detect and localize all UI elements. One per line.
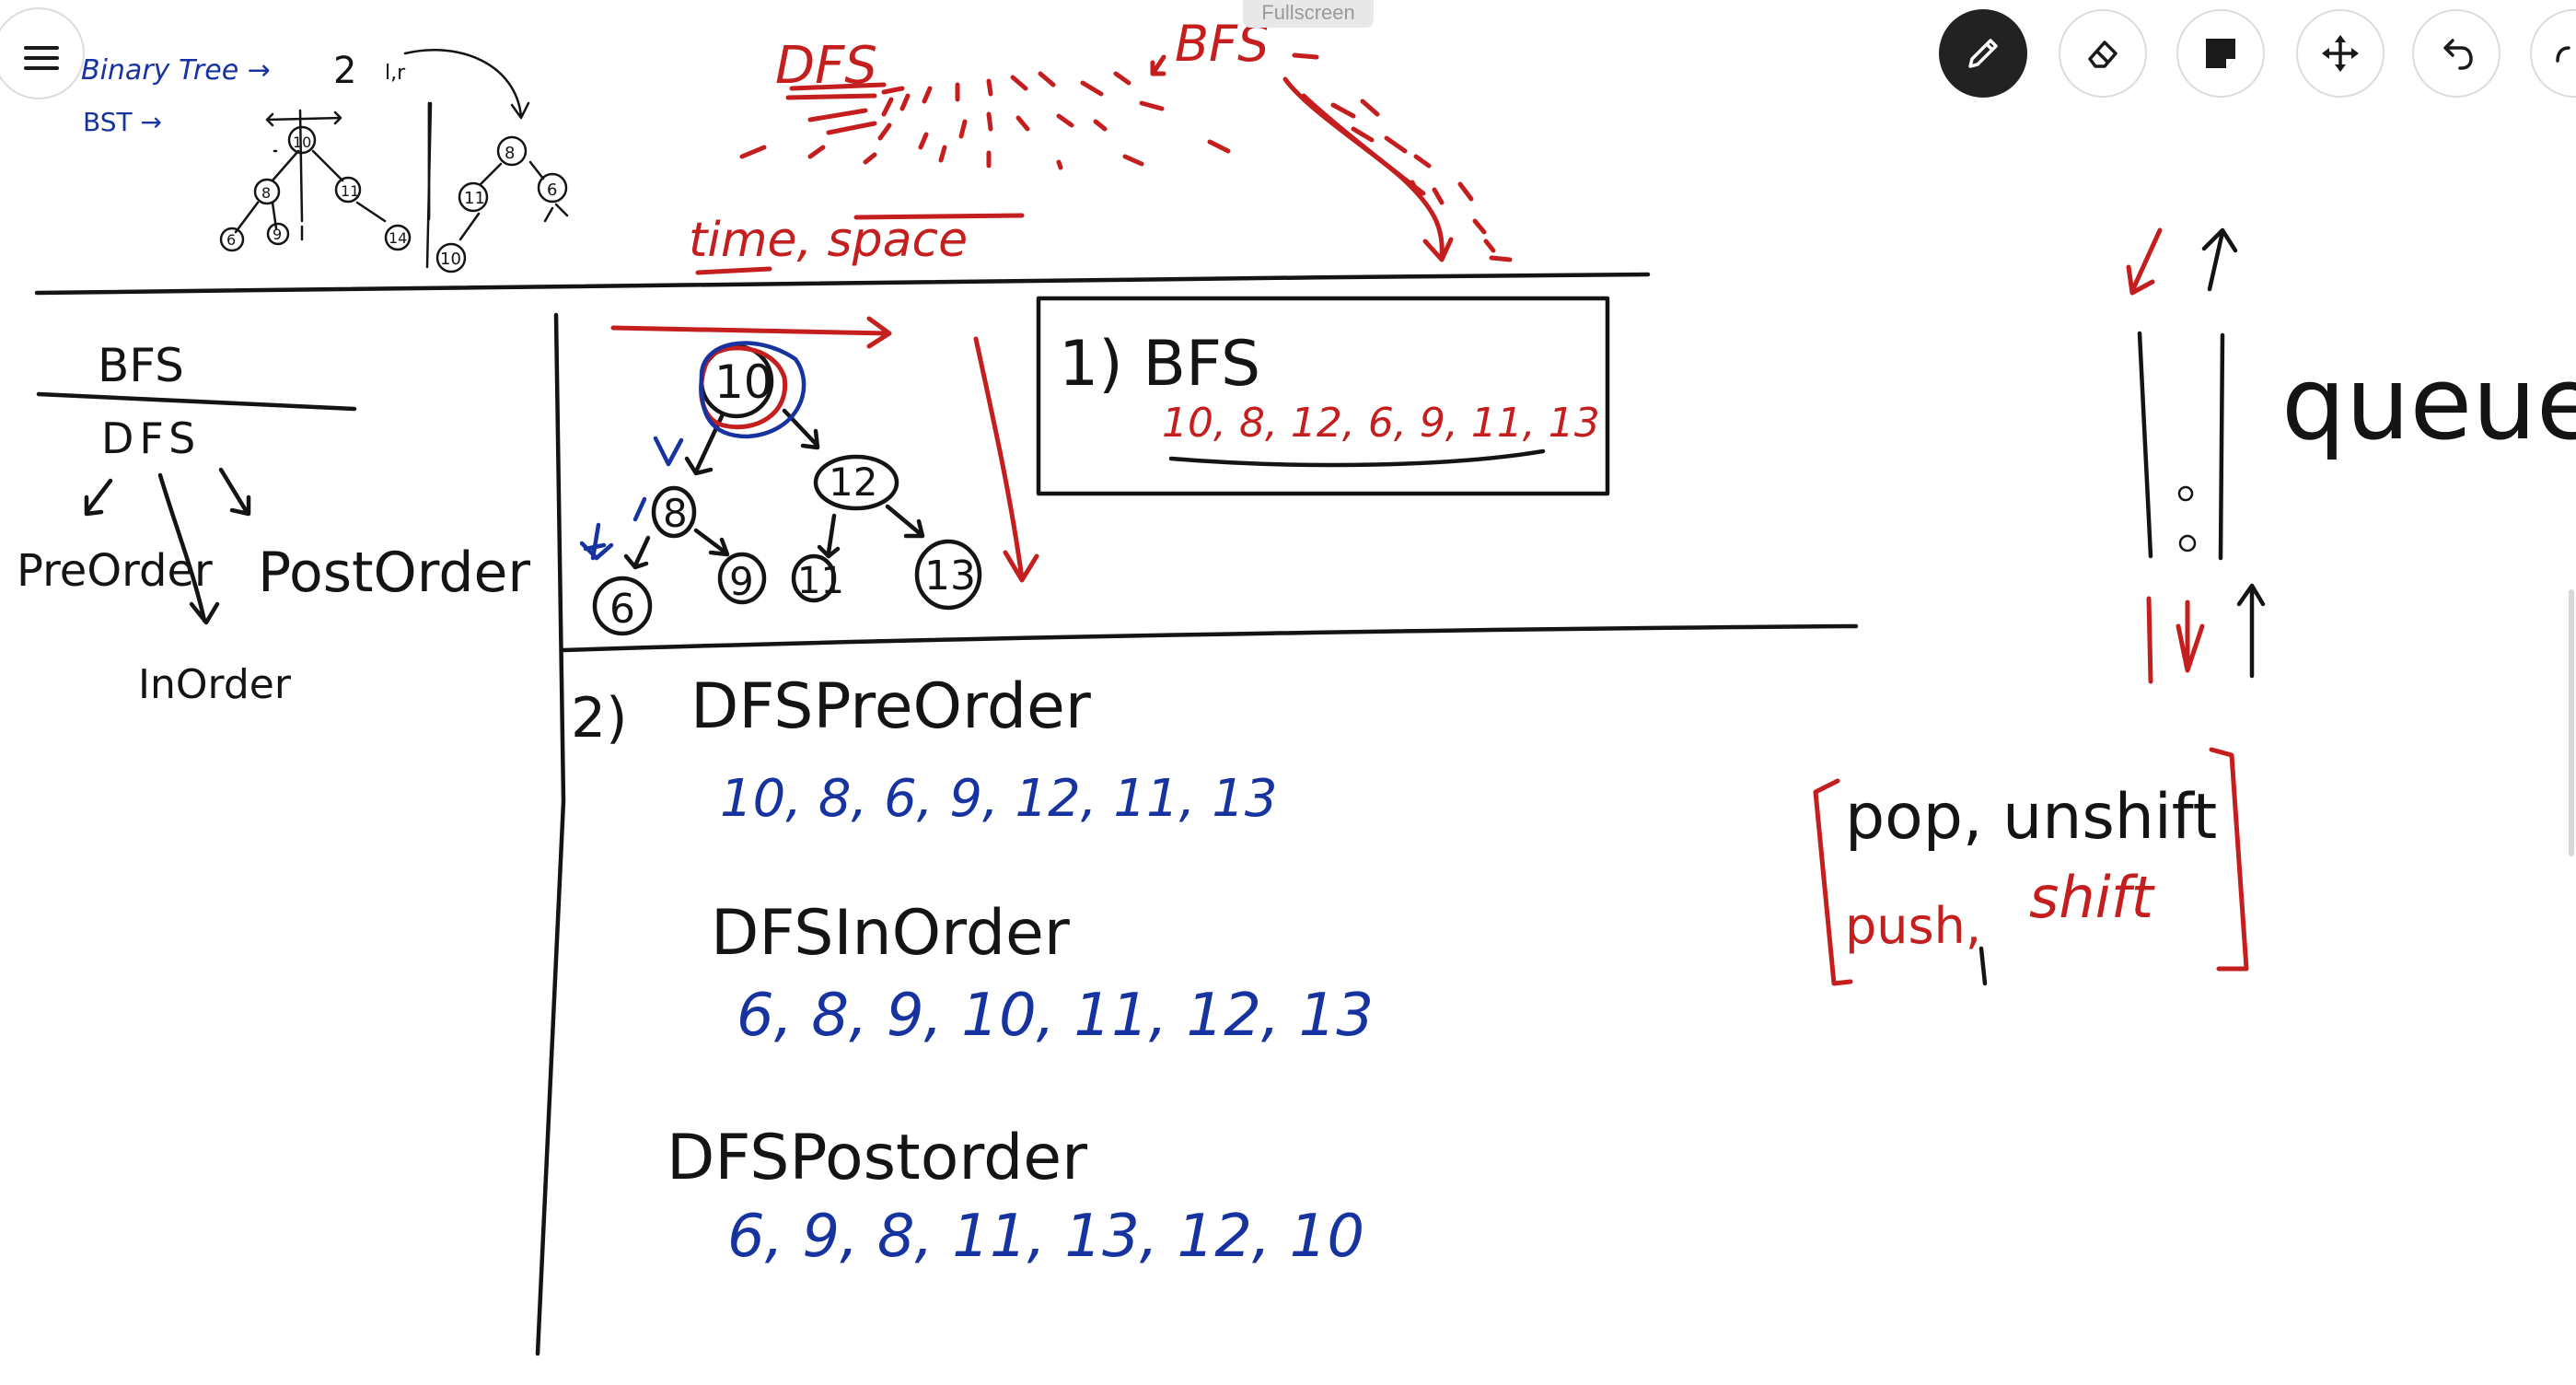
tree-node-11: 11 bbox=[797, 560, 844, 602]
binary-tree-suffix: l,r bbox=[385, 62, 406, 85]
top-divider-line bbox=[34, 272, 1651, 296]
svg-text:10: 10 bbox=[293, 134, 311, 151]
pencil-icon bbox=[1968, 39, 1998, 68]
dfs-inorder-sequence: 6, 8, 9, 10, 11, 12, 13 bbox=[737, 982, 1374, 1050]
pen-tool-button[interactable] bbox=[1939, 9, 2027, 98]
bfs-curved-arrows bbox=[1282, 76, 1513, 262]
svg-text:8: 8 bbox=[505, 144, 515, 163]
small-tree-axis bbox=[425, 101, 433, 269]
preorder-label: PreOrder bbox=[17, 545, 213, 597]
postorder-label: PostOrder bbox=[258, 541, 530, 605]
eraser-icon bbox=[2088, 41, 2118, 68]
dfs-postorder-title: DFSPostorder bbox=[667, 1122, 1087, 1194]
tree-node-9: 9 bbox=[729, 559, 754, 604]
eraser-tool-button[interactable] bbox=[2059, 9, 2147, 98]
svg-text:11: 11 bbox=[341, 182, 359, 200]
middle-divider-line bbox=[561, 623, 1859, 653]
svg-text:11: 11 bbox=[464, 189, 485, 208]
vertical-divider-line bbox=[535, 312, 566, 1356]
vertical-scrollbar[interactable] bbox=[2569, 589, 2574, 856]
left-bfs-label: BFS bbox=[98, 339, 184, 392]
svg-text:6: 6 bbox=[226, 231, 236, 249]
undo-button[interactable] bbox=[2412, 9, 2501, 98]
tiny-tree-divider bbox=[300, 101, 431, 241]
queue-label: queue bbox=[2281, 344, 2576, 462]
tree-node-8: 8 bbox=[663, 491, 688, 536]
redo-icon bbox=[2556, 46, 2570, 63]
arrow-to-preorder bbox=[84, 478, 113, 517]
queue-ops: pop, unshift push, shift bbox=[1813, 747, 2249, 986]
tree-node-13: 13 bbox=[924, 553, 976, 599]
arrow-to-postorder bbox=[218, 467, 251, 517]
time-space-label: time, space bbox=[689, 213, 968, 268]
bfs-sequence: 10, 8, 12, 6, 9, 11, 13 bbox=[1162, 400, 1600, 447]
tree-node-10: 10 bbox=[714, 355, 773, 409]
bst-note: BST → bbox=[83, 107, 162, 137]
binary-tree-note: Binary Tree → bbox=[81, 54, 271, 87]
dfs-postorder-sequence: 6, 9, 8, 11, 13, 12, 10 bbox=[727, 1203, 1364, 1271]
undo-icon bbox=[2443, 39, 2473, 70]
bfs-sequence-underline bbox=[1168, 448, 1546, 468]
bfs-vertical-arrow bbox=[973, 336, 1039, 583]
binary-tree-count: 2 bbox=[333, 50, 356, 92]
dfs-preorder-sequence: 10, 8, 6, 9, 12, 11, 13 bbox=[720, 769, 1278, 829]
left-dfs-label: DFS bbox=[101, 413, 201, 463]
dfs-section-number: 2) bbox=[571, 686, 628, 751]
queue-ops-top: pop, unshift bbox=[1845, 781, 2217, 854]
small-tree-width-arrow bbox=[265, 111, 342, 127]
dfs-preorder-title: DFSPreOrder bbox=[690, 670, 1091, 743]
queue-ops-shift: shift bbox=[2029, 864, 2156, 931]
dfs-inorder-title: DFSInOrder bbox=[711, 897, 1070, 970]
bfs-box-label: 1) BFS bbox=[1059, 328, 1260, 401]
svg-text:10: 10 bbox=[440, 250, 461, 269]
svg-text:14: 14 bbox=[389, 229, 407, 247]
whiteboard-canvas[interactable]: Binary Tree → 2 l,r BST → 10 8 11 6 9 14 bbox=[0, 0, 2576, 1385]
drawing-layer[interactable]: Binary Tree → 2 l,r BST → 10 8 11 6 9 14 bbox=[0, 0, 2576, 1385]
queue-diagram: queue bbox=[2126, 227, 2576, 684]
small-tree: 10 8 11 6 9 14 bbox=[219, 125, 412, 252]
inorder-label: InOrder bbox=[138, 661, 292, 708]
tree-node-6: 6 bbox=[609, 586, 635, 633]
svg-text:9: 9 bbox=[273, 226, 282, 243]
tree-node-12: 12 bbox=[829, 460, 877, 505]
small-tree-right: 8 6 11 10 bbox=[435, 135, 569, 274]
svg-text:8: 8 bbox=[261, 184, 271, 202]
curved-note-arrow bbox=[403, 49, 530, 120]
queue-ops-push: push, bbox=[1845, 897, 1981, 955]
sticky-note-tool-button[interactable] bbox=[2176, 9, 2265, 98]
move-icon bbox=[2322, 35, 2359, 72]
svg-text:6: 6 bbox=[547, 180, 557, 200]
fullscreen-button[interactable]: Fullscreen bbox=[1243, 0, 1374, 28]
binary-tree: 10 12 8 6 9 11 13 bbox=[579, 316, 1039, 636]
left-panel-underline bbox=[36, 391, 357, 412]
sticky-note-icon bbox=[2206, 39, 2235, 68]
move-tool-button[interactable] bbox=[2296, 9, 2385, 98]
hamburger-icon bbox=[24, 46, 59, 76]
